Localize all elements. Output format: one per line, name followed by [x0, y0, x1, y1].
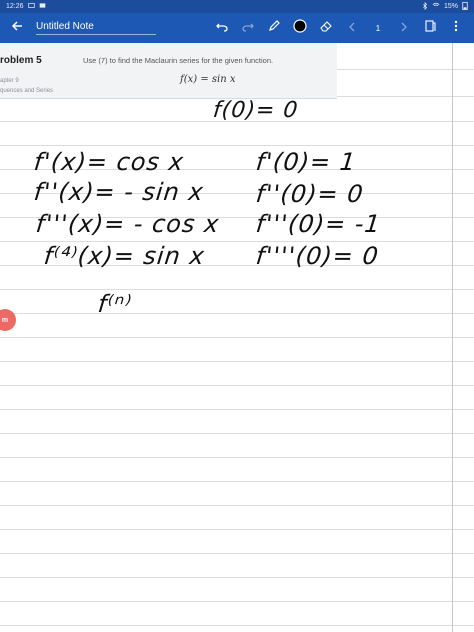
handwriting-left-5: f⁽ⁿ⁾: [96, 290, 134, 318]
wifi-icon: [432, 2, 440, 11]
previous-page-button[interactable]: [340, 17, 364, 39]
pen-color-button[interactable]: [288, 17, 312, 39]
page-options-button[interactable]: [418, 17, 442, 39]
undo-icon: [216, 19, 228, 37]
eraser-tool-button[interactable]: [314, 17, 338, 39]
handwriting-left-3: f'''(x)= - cos x: [34, 210, 221, 238]
pen-tool-button[interactable]: [262, 17, 286, 39]
more-options-button[interactable]: [444, 17, 468, 39]
handwriting-left-1: f'(x)= cos x: [32, 148, 186, 176]
status-bar: 12:26 15%: [0, 0, 474, 13]
status-time: 12:26: [6, 3, 24, 10]
arrow-left-icon: [11, 19, 23, 37]
handwriting-right-1: f'(0)= 1: [254, 148, 358, 176]
pen-icon: [268, 19, 280, 37]
eraser-icon: [320, 19, 332, 37]
battery-icon: [462, 1, 468, 12]
app-bar: Untitled Note 1: [0, 13, 474, 43]
lined-paper-top[interactable]: [337, 43, 474, 98]
chevron-left-icon: [348, 19, 356, 37]
mail-icon: [39, 2, 46, 11]
handwriting-f0: f(0)= 0: [211, 98, 300, 123]
handwriting-right-4: f''''(0)= 0: [254, 242, 381, 270]
notification-icon: [27, 2, 35, 11]
more-vertical-icon: [454, 19, 458, 37]
problem-formula: f(x) = sin x: [180, 74, 236, 85]
problem-card: roblem 5 apter 9 quences and Series Use …: [0, 43, 337, 99]
undo-button[interactable]: [210, 17, 234, 39]
problem-chapter: apter 9: [0, 78, 19, 84]
redo-button[interactable]: [236, 17, 260, 39]
handwriting-right-3: f'''(0)= -1: [254, 210, 383, 238]
note-title[interactable]: Untitled Note: [36, 21, 156, 35]
handwriting-left-4: f⁽⁴⁾(x)= sin x: [42, 242, 207, 270]
problem-section: quences and Series: [0, 88, 54, 94]
color-swatch-icon: [293, 18, 307, 38]
page-options-icon: [424, 19, 436, 37]
problem-title: roblem 5: [0, 55, 42, 66]
page-number: 1: [375, 23, 381, 33]
redo-icon: [242, 19, 254, 37]
next-page-button[interactable]: [392, 17, 416, 39]
margin-line: [452, 43, 453, 632]
back-button[interactable]: [6, 17, 28, 39]
handwriting-right-2: f''(0)= 0: [254, 180, 366, 208]
bluetooth-icon: [422, 1, 428, 12]
chevron-right-icon: [400, 19, 408, 37]
problem-description: Use (7) to find the Maclaurin series for…: [83, 56, 274, 65]
battery-text: 15%: [443, 3, 458, 10]
handwriting-left-2: f''(x)= - sin x: [32, 178, 206, 206]
